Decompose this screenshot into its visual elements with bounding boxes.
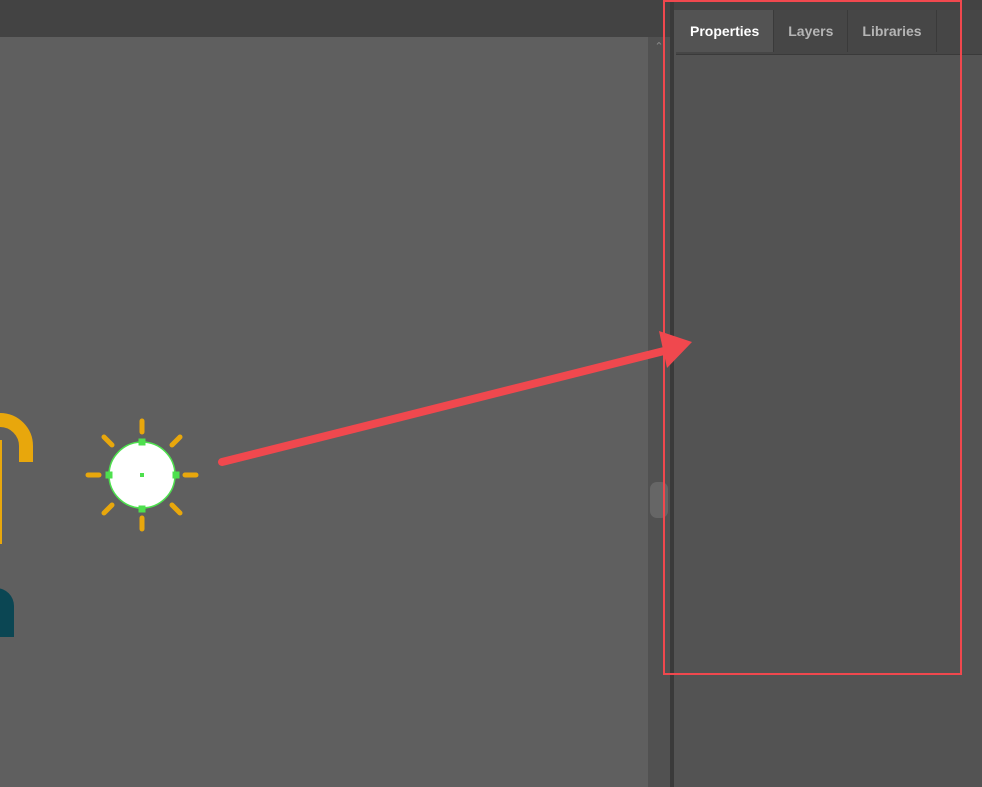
yellow-stem-shape[interactable] [0, 440, 2, 544]
teal-shape[interactable] [0, 588, 14, 637]
annotation-arrow-shaft [218, 346, 672, 466]
yellow-arch-shape[interactable] [0, 413, 33, 462]
artwork-layer [0, 331, 692, 637]
annotation-arrow-head [659, 331, 692, 368]
